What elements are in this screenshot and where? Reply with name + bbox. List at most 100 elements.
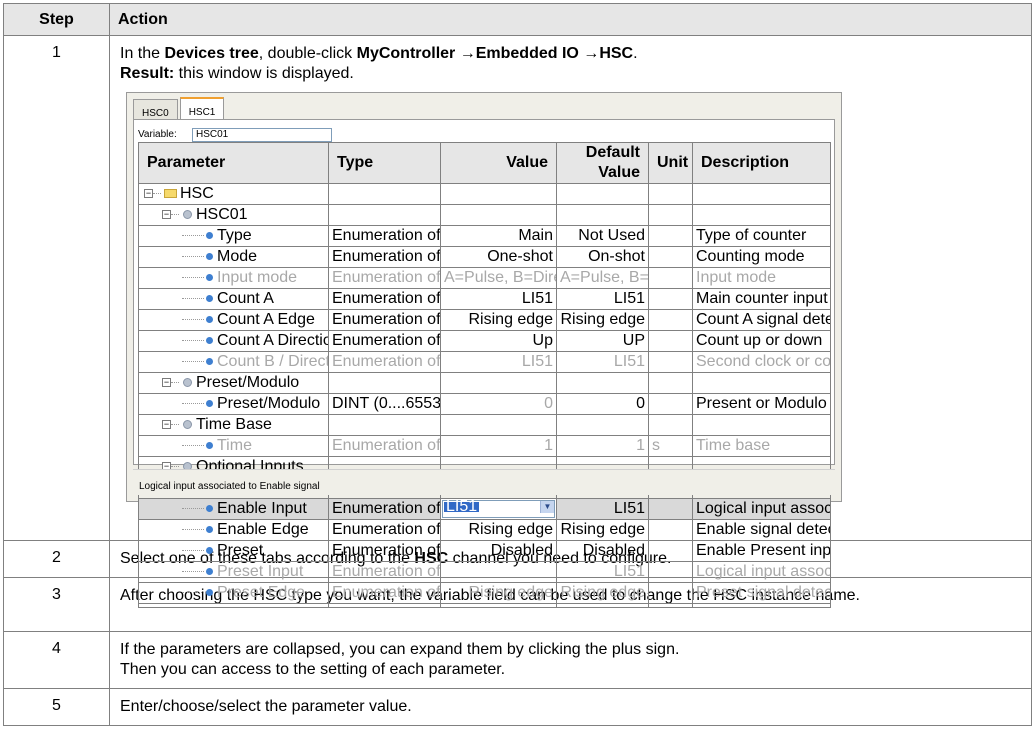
column-header-parameter[interactable]: Parameter <box>138 142 329 184</box>
parameter-row[interactable]: − HSC01 <box>138 204 831 226</box>
column-header-value[interactable]: Value <box>440 142 557 184</box>
parameter-icon <box>206 253 213 261</box>
default-cell: LI51 <box>556 498 649 520</box>
parameter-row[interactable]: − HSC <box>138 183 831 205</box>
hsc-tab-bar: HSC0 HSC1 <box>133 97 226 121</box>
value-cell[interactable]: LI51 <box>440 351 557 373</box>
desc-cell <box>692 372 831 394</box>
parameter-row[interactable]: TimeEnumeration of BYTE11sTime base <box>138 435 831 457</box>
unit-cell <box>648 519 693 541</box>
parameter-label: Input mode <box>217 269 298 286</box>
variable-input[interactable]: HSC01 <box>192 128 332 142</box>
default-cell <box>556 414 649 436</box>
parameter-row[interactable]: Enable EdgeEnumeration of BYTERising edg… <box>138 519 831 541</box>
parameter-row[interactable]: Count B / DirectionEnumeration of BYTELI… <box>138 351 831 373</box>
value-cell[interactable] <box>440 561 557 583</box>
type-cell: Enumeration of BYTE <box>328 225 441 247</box>
tree-connector <box>182 508 204 510</box>
parameter-name-cell: Preset Edge <box>138 582 329 604</box>
gear-icon <box>183 420 192 430</box>
parameter-row[interactable]: Preset EdgeEnumeration of BYTERising edg… <box>138 582 831 604</box>
collapse-icon[interactable]: − <box>144 189 153 199</box>
value-cell[interactable]: Rising edge <box>440 582 557 604</box>
tree-connector <box>182 361 204 363</box>
value-cell[interactable] <box>440 372 557 394</box>
desc-cell: Enable Present input <box>692 540 831 562</box>
parameter-grid-body: −HSC−HSC01TypeEnumeration of BYTEMainNot… <box>138 183 831 608</box>
value-cell[interactable]: Rising edge <box>440 309 557 331</box>
parameter-name-cell: − Time Base <box>138 414 329 436</box>
value-cell[interactable] <box>440 204 557 226</box>
value-cell[interactable]: 1 <box>440 435 557 457</box>
parameter-row[interactable]: Count A EdgeEnumeration of BYTERising ed… <box>138 309 831 331</box>
step-number: 3 <box>3 577 110 632</box>
value-cell[interactable] <box>440 414 557 436</box>
parameter-label: Time Base <box>196 416 272 433</box>
parameter-label: Time <box>217 437 252 454</box>
type-cell: Enumeration of BYTE <box>328 351 441 373</box>
unit-cell <box>648 267 693 289</box>
value-cell[interactable]: A=Pulse, B=Direction <box>440 267 557 289</box>
parameter-row[interactable]: Count AEnumeration of BYTELI51LI51Main c… <box>138 288 831 310</box>
value-dropdown[interactable]: LI51 ▼ <box>440 498 557 520</box>
parameter-label: Count B / Direction <box>217 353 328 370</box>
type-cell: Enumeration of BYTE <box>328 582 441 604</box>
parameter-name-cell: Count A Direction <box>138 330 329 352</box>
collapse-icon[interactable]: − <box>162 378 171 388</box>
value-cell[interactable]: Up <box>440 330 557 352</box>
parameter-name-cell: − HSC <box>138 183 329 205</box>
parameter-row[interactable]: − Time Base <box>138 414 831 436</box>
desc-cell: Time base <box>692 435 831 457</box>
parameter-row[interactable]: − Preset/Modulo <box>138 372 831 394</box>
value-cell[interactable]: LI51 <box>440 288 557 310</box>
parameter-row[interactable]: Count A DirectionEnumeration of BYTEUpUP… <box>138 330 831 352</box>
collapse-icon[interactable]: − <box>162 420 171 430</box>
grid-filler-cell <box>328 603 441 608</box>
unit-cell <box>648 582 693 604</box>
parameter-row[interactable]: Mode Enumeration of BYTEOne-shotOn-shot Co… <box>138 246 831 268</box>
collapse-icon[interactable]: − <box>162 210 171 220</box>
parameter-icon <box>206 337 213 345</box>
type-cell: Enumeration of BYTE <box>328 288 441 310</box>
desc-cell <box>692 183 831 205</box>
type-cell: Enumeration of BYTE <box>328 246 441 268</box>
parameter-row[interactable]: Preset Input Enumeration of BYTE LI51 Logic… <box>138 561 831 583</box>
default-cell <box>556 372 649 394</box>
value-cell[interactable]: Disabled <box>440 540 557 562</box>
parameter-row[interactable]: Input mode Enumeration of BYTEA=Pulse, B=… <box>138 267 831 289</box>
value-cell[interactable] <box>440 183 557 205</box>
value-cell[interactable]: One-shot <box>440 246 557 268</box>
value-cell[interactable]: Main <box>440 225 557 247</box>
default-cell <box>556 204 649 226</box>
parameter-name-cell: Count A <box>138 288 329 310</box>
tab-hsc1[interactable]: HSC1 <box>179 97 225 121</box>
dropdown-selected-value[interactable]: LI51 <box>444 500 480 515</box>
value-cell[interactable]: Rising edge <box>440 519 557 541</box>
step-column-header: Step <box>3 3 110 36</box>
parameter-row[interactable]: PresetEnumeration of BYTEDisabledDisable… <box>138 540 831 562</box>
result-text: this window is displayed. <box>174 65 354 82</box>
parameter-row[interactable]: Type Enumeration of BYTEMainNot Used Type … <box>138 225 831 247</box>
column-header-type[interactable]: Type <box>328 142 441 184</box>
step-action: Enter/choose/select the parameter value. <box>109 688 1032 726</box>
parameter-row[interactable]: Preset/ModuloDINT (0....65535)00Present … <box>138 393 831 415</box>
text: In the <box>120 45 165 62</box>
column-header-description[interactable]: Description <box>692 142 831 184</box>
parameter-name-cell: − HSC01 <box>138 204 329 226</box>
default-cell: Disabled <box>556 540 649 562</box>
chevron-down-icon[interactable]: ▼ <box>540 501 554 513</box>
desc-cell: Present or Modulo value according t.. <box>692 393 831 415</box>
tree-connector <box>182 319 204 321</box>
column-header-default-value[interactable]: Default Value <box>556 142 649 184</box>
unit-cell <box>648 330 693 352</box>
tree-connector <box>182 277 204 279</box>
value-cell[interactable]: 0 <box>440 393 557 415</box>
text: Then you can access to the setting of ea… <box>120 661 506 678</box>
parameter-name-cell: Type <box>138 225 329 247</box>
text: . <box>633 45 638 62</box>
column-header-unit[interactable]: Unit <box>648 142 693 184</box>
type-cell: Enumeration of BYTE <box>328 267 441 289</box>
parameter-row[interactable]: Enable InputEnumeration of BYTELI51▼LI51… <box>138 498 831 520</box>
tab-hsc0[interactable]: HSC0 <box>133 99 178 120</box>
desc-cell: Enable signal detection <box>692 519 831 541</box>
